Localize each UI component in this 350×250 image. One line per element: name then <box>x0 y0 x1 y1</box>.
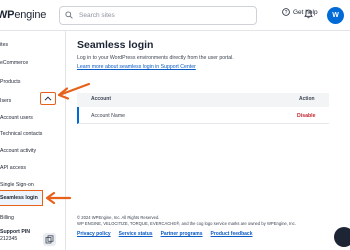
privacy-policy-link[interactable]: Privacy policy <box>77 231 111 237</box>
sidebar-item-billing[interactable]: Billing <box>0 211 66 225</box>
partner-programs-link[interactable]: Partner programs <box>161 231 203 237</box>
svg-text:?: ? <box>285 10 288 16</box>
sidebar-item-api-access[interactable]: API access <box>0 161 66 175</box>
sidebar-item-seamless-login[interactable]: Seamless login <box>0 190 43 206</box>
users-collapse-toggle[interactable] <box>40 92 56 105</box>
help-icon: ? <box>282 8 290 16</box>
product-feedback-link[interactable]: Product feedback <box>211 231 253 237</box>
main-content: Seamless login Log in to your WordPress … <box>66 31 350 250</box>
footer-trademark: WP ENGINE, VELOCITIZE, TORQUE, EVERCACHE… <box>77 221 296 226</box>
learn-more-link[interactable]: Learn more about seamless login in Suppo… <box>77 64 196 70</box>
logo-engine: engine <box>14 9 47 21</box>
sidebar-item-account-activity[interactable]: Account activity <box>0 144 66 158</box>
column-header-action: Action <box>299 96 315 102</box>
bell-icon[interactable] <box>304 9 313 19</box>
support-pin-value: 212345 <box>0 236 18 242</box>
page-title: Seamless login <box>77 39 154 51</box>
top-bar: WPengine ? Get help W <box>0 0 350 31</box>
sidebar-item-single-sign-on[interactable]: Single Sign-on <box>0 178 66 192</box>
chevron-up-icon <box>44 96 52 101</box>
disable-button[interactable]: Disable <box>297 113 315 119</box>
table-header: Account Action <box>77 93 329 107</box>
footer: © 2024 WPEngine, Inc. All Rights Reserve… <box>77 215 296 227</box>
wpengine-logo[interactable]: WPengine <box>0 9 46 21</box>
search-box[interactable] <box>59 6 257 25</box>
service-status-link[interactable]: Service status <box>119 231 153 237</box>
account-name-cell: Account Name <box>91 113 126 119</box>
search-icon <box>65 11 73 19</box>
sidebar-item-technical-contacts[interactable]: Technical contacts <box>0 127 66 141</box>
search-input[interactable] <box>79 8 249 23</box>
annotation-arrow-seamless-login <box>45 191 72 205</box>
logo-wp: WP <box>0 9 15 21</box>
sidebar-item-account-users[interactable]: Account users <box>0 111 66 125</box>
annotation-arrow-users <box>57 82 91 100</box>
sidebar-item-ecommerce[interactable]: eCommerce <box>0 56 66 70</box>
chat-launcher-button[interactable] <box>334 227 350 247</box>
avatar[interactable]: W <box>327 7 344 24</box>
sidebar-item-sites[interactable]: ites <box>0 38 66 52</box>
footer-links: Privacy policy Service status Partner pr… <box>77 231 253 237</box>
table-row: Account Name Disable <box>77 107 329 124</box>
support-pin-copy-button[interactable] <box>43 233 56 246</box>
column-header-account: Account <box>91 96 111 102</box>
copy-icon <box>45 235 54 244</box>
support-pin-label: Support PIN <box>0 229 30 235</box>
accounts-table: Account Action Account Name Disable <box>77 93 329 124</box>
sidebar: ites eCommerce Products Isers Account us… <box>0 31 66 250</box>
support-pin: Support PIN 212345 <box>0 229 30 243</box>
page-description: Log in to your WordPress environments di… <box>77 55 234 61</box>
